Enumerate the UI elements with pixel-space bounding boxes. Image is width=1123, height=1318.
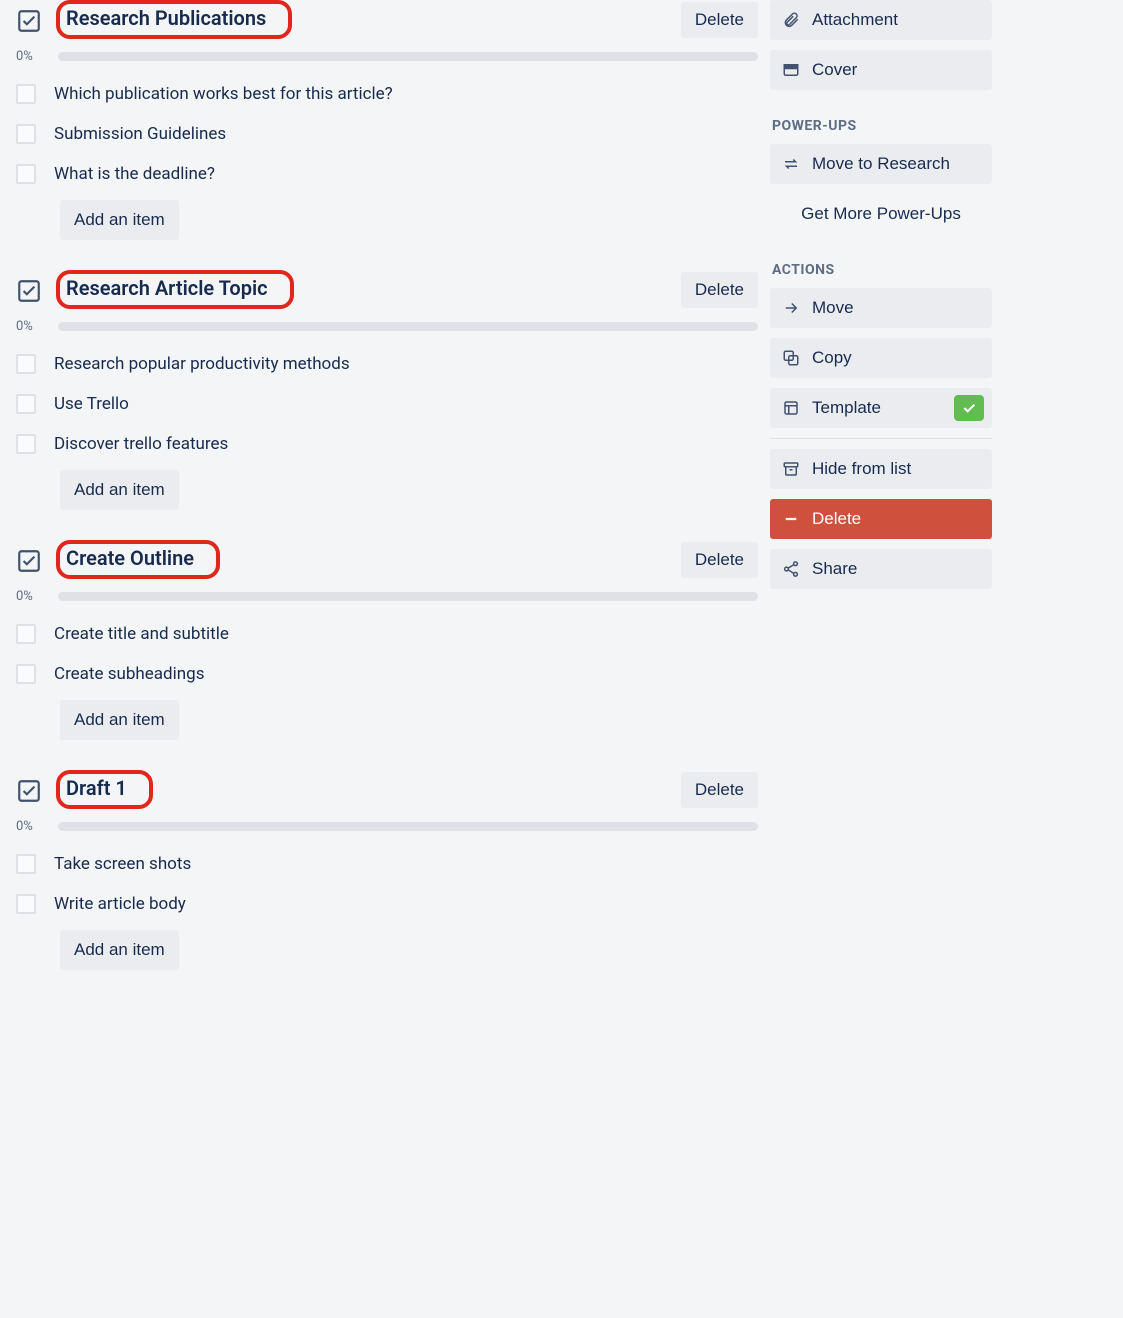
checklist: Research Article Topic Delete 0% Researc… (16, 270, 758, 510)
move-label: Move (812, 298, 854, 318)
checklist-item[interactable]: Use Trello (16, 384, 758, 424)
annotation-highlight: Research Publications (56, 0, 292, 39)
paperclip-icon (782, 11, 800, 29)
checkbox[interactable] (16, 434, 36, 454)
share-icon (782, 560, 800, 578)
checklist-progress-label: 0% (16, 819, 46, 834)
add-item-button[interactable]: Add an item (60, 470, 179, 510)
checklist-icon (16, 8, 42, 34)
checklist-item-label: What is the deadline? (54, 164, 215, 184)
checklist-title[interactable]: Research Publications (66, 4, 274, 32)
checklists-panel: Research Publications Delete 0% Which pu… (0, 0, 770, 1318)
minus-icon (782, 510, 800, 528)
checklist-delete-button[interactable]: Delete (681, 542, 758, 578)
move-to-research-button[interactable]: Move to Research (770, 144, 992, 184)
cover-icon (782, 61, 800, 79)
get-more-powerups-button[interactable]: Get More Power-Ups (770, 194, 992, 234)
checklist-item-label: Create title and subtitle (54, 624, 229, 644)
checklist-title[interactable]: Create Outline (66, 544, 202, 572)
sidebar-divider (770, 438, 992, 439)
checklist-item-label: Write article body (54, 894, 186, 914)
checklist-progress-bar (58, 822, 758, 831)
checklist-progress-label: 0% (16, 589, 46, 604)
checklist-title[interactable]: Draft 1 (66, 774, 135, 802)
powerups-heading: POWER-UPS (772, 118, 992, 134)
checklist-item[interactable]: Submission Guidelines (16, 114, 758, 154)
checkbox[interactable] (16, 164, 36, 184)
checklist-delete-button[interactable]: Delete (681, 772, 758, 808)
checklist-icon (16, 778, 42, 804)
checklist-title[interactable]: Research Article Topic (66, 274, 276, 302)
template-icon (782, 399, 800, 417)
actions-heading: ACTIONS (772, 262, 992, 278)
checklist-item[interactable]: Research popular productivity methods (16, 344, 758, 384)
annotation-highlight: Research Article Topic (56, 270, 294, 309)
checklist-progress-bar (58, 52, 758, 61)
checkbox[interactable] (16, 894, 36, 914)
annotation-highlight: Draft 1 (56, 770, 153, 809)
copy-button[interactable]: Copy (770, 338, 992, 378)
move-to-research-label: Move to Research (812, 154, 950, 174)
checklist-item-label: Research popular productivity methods (54, 354, 350, 374)
copy-icon (782, 349, 800, 367)
arrow-right-icon (782, 299, 800, 317)
checkbox[interactable] (16, 394, 36, 414)
hide-from-list-button[interactable]: Hide from list (770, 449, 992, 489)
checkbox[interactable] (16, 354, 36, 374)
checkbox[interactable] (16, 624, 36, 644)
checklist: Draft 1 Delete 0% Take screen shots Writ… (16, 770, 758, 970)
hide-from-list-label: Hide from list (812, 459, 911, 479)
delete-card-label: Delete (812, 509, 861, 529)
checklist-progress-label: 0% (16, 319, 46, 334)
share-label: Share (812, 559, 857, 579)
checklist-delete-button[interactable]: Delete (681, 2, 758, 38)
checklist-item[interactable]: Which publication works best for this ar… (16, 74, 758, 114)
checklist-icon (16, 548, 42, 574)
checklist-item-label: Take screen shots (54, 854, 191, 874)
get-more-powerups-label: Get More Power-Ups (801, 204, 961, 224)
attachment-label: Attachment (812, 10, 898, 30)
checklist-delete-button[interactable]: Delete (681, 272, 758, 308)
checkbox[interactable] (16, 84, 36, 104)
card-sidebar: Attachment Cover POWER-UPS Move to Resea… (770, 0, 1000, 1318)
template-enabled-badge (954, 395, 984, 421)
checklist: Research Publications Delete 0% Which pu… (16, 0, 758, 240)
checkbox[interactable] (16, 854, 36, 874)
swap-arrows-icon (782, 155, 800, 173)
move-button[interactable]: Move (770, 288, 992, 328)
checklist-item-label: Discover trello features (54, 434, 228, 454)
checklist-item[interactable]: Create title and subtitle (16, 614, 758, 654)
cover-label: Cover (812, 60, 857, 80)
checklist: Create Outline Delete 0% Create title an… (16, 540, 758, 740)
checklist-item[interactable]: Discover trello features (16, 424, 758, 464)
add-item-button[interactable]: Add an item (60, 930, 179, 970)
checklist-progress-bar (58, 322, 758, 331)
add-item-button[interactable]: Add an item (60, 700, 179, 740)
annotation-highlight: Create Outline (56, 540, 220, 579)
checkbox[interactable] (16, 664, 36, 684)
checkbox[interactable] (16, 124, 36, 144)
add-item-button[interactable]: Add an item (60, 200, 179, 240)
checklist-progress-label: 0% (16, 49, 46, 64)
checklist-item[interactable]: What is the deadline? (16, 154, 758, 194)
template-button[interactable]: Template (770, 388, 992, 428)
copy-label: Copy (812, 348, 852, 368)
template-label: Template (812, 398, 881, 418)
attachment-button[interactable]: Attachment (770, 0, 992, 40)
checklist-icon (16, 278, 42, 304)
checklist-item[interactable]: Take screen shots (16, 844, 758, 884)
checklist-item[interactable]: Write article body (16, 884, 758, 924)
checklist-item[interactable]: Create subheadings (16, 654, 758, 694)
delete-card-button[interactable]: Delete (770, 499, 992, 539)
archive-icon (782, 460, 800, 478)
checklist-item-label: Submission Guidelines (54, 124, 226, 144)
checklist-item-label: Use Trello (54, 394, 129, 414)
checklist-item-label: Create subheadings (54, 664, 204, 684)
share-button[interactable]: Share (770, 549, 992, 589)
checklist-item-label: Which publication works best for this ar… (54, 84, 393, 104)
checklist-progress-bar (58, 592, 758, 601)
cover-button[interactable]: Cover (770, 50, 992, 90)
